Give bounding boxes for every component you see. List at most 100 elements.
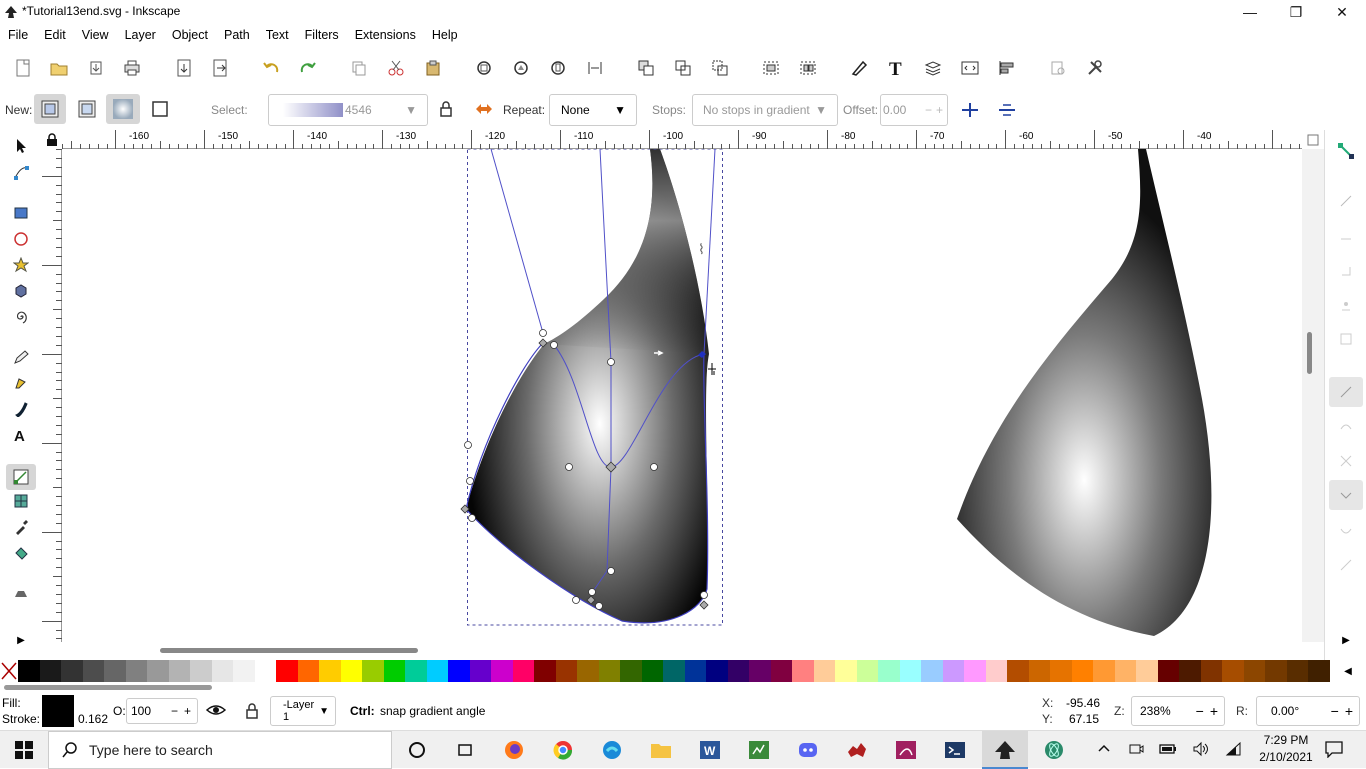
color-swatch[interactable] xyxy=(598,660,620,682)
menu-edit[interactable]: Edit xyxy=(36,24,74,46)
duplicate-icon[interactable] xyxy=(635,58,657,78)
snap-nodes-icon[interactable] xyxy=(1329,377,1363,407)
layer-dropdown[interactable]: -Layer 1 ▼ xyxy=(270,696,336,726)
increment-icon[interactable]: + xyxy=(1210,703,1218,719)
gradient-tool-icon[interactable] xyxy=(6,464,36,490)
color-swatch[interactable] xyxy=(1179,660,1201,682)
redo-icon[interactable] xyxy=(297,58,319,78)
snap-smooth-nodes-icon[interactable] xyxy=(1333,520,1359,542)
color-swatch[interactable] xyxy=(125,660,147,682)
rectangle-tool-icon[interactable] xyxy=(8,202,34,224)
color-swatch[interactable] xyxy=(383,660,405,682)
decrement-icon[interactable]: − xyxy=(1331,703,1339,719)
color-swatch[interactable] xyxy=(233,660,255,682)
fill-stroke-swatch[interactable] xyxy=(42,695,74,727)
color-swatch[interactable] xyxy=(1007,660,1029,682)
gradient-select-dropdown[interactable]: 4546 ▼ xyxy=(268,94,428,126)
atom-icon[interactable] xyxy=(1039,736,1069,764)
stops-dropdown[interactable]: No stops in gradient ▼ xyxy=(692,94,838,126)
color-swatch[interactable] xyxy=(942,660,964,682)
decrement-icon[interactable]: − xyxy=(171,704,178,718)
teardrop-shape-selected[interactable] xyxy=(466,149,709,623)
color-swatch[interactable] xyxy=(899,660,921,682)
color-swatch[interactable] xyxy=(1071,660,1093,682)
minimize-button[interactable]: — xyxy=(1227,0,1273,24)
terminal-icon[interactable] xyxy=(940,736,970,764)
ellipse-tool-icon[interactable] xyxy=(8,228,34,250)
snap-midpoint-icon[interactable] xyxy=(1333,295,1359,317)
snap-toggle-icon[interactable] xyxy=(1333,140,1359,162)
color-swatch[interactable] xyxy=(190,660,212,682)
color-swatch[interactable] xyxy=(426,660,448,682)
menu-file[interactable]: File xyxy=(0,24,36,46)
color-swatch[interactable] xyxy=(1200,660,1222,682)
text-tool-icon[interactable]: A xyxy=(8,424,34,446)
drawing-canvas[interactable]: ⌇ xyxy=(62,149,1302,642)
color-swatch[interactable] xyxy=(878,660,900,682)
scrollbar-thumb[interactable] xyxy=(4,685,212,690)
snap-bbox-corner-icon[interactable] xyxy=(1333,260,1359,282)
color-swatch[interactable] xyxy=(469,660,491,682)
layer-lock-icon[interactable] xyxy=(244,702,260,723)
zoom-drawing-icon[interactable] xyxy=(510,58,532,78)
menu-extensions[interactable]: Extensions xyxy=(347,24,424,46)
fill-target-button[interactable] xyxy=(106,94,140,124)
menu-layer[interactable]: Layer xyxy=(117,24,164,46)
color-swatch[interactable] xyxy=(1050,660,1072,682)
color-swatch[interactable] xyxy=(663,660,685,682)
new-radial-gradient-button[interactable] xyxy=(73,94,101,124)
vertical-scrollbar[interactable] xyxy=(1302,149,1324,642)
star-tool-icon[interactable] xyxy=(8,254,34,276)
file-explorer-icon[interactable] xyxy=(646,736,676,764)
color-swatch[interactable] xyxy=(254,660,276,682)
decrement-icon[interactable]: − xyxy=(925,103,932,117)
color-swatch[interactable] xyxy=(147,660,169,682)
insert-stop-icon[interactable] xyxy=(961,101,979,122)
menu-object[interactable]: Object xyxy=(164,24,216,46)
snap-paths-icon[interactable] xyxy=(1333,416,1359,438)
tweak-tool-icon[interactable] xyxy=(8,582,34,604)
unlink-clone-icon[interactable] xyxy=(709,58,731,78)
color-swatch[interactable] xyxy=(620,660,642,682)
save-icon[interactable] xyxy=(85,58,107,78)
color-swatch[interactable] xyxy=(577,660,599,682)
color-swatch[interactable] xyxy=(297,660,319,682)
color-swatch[interactable] xyxy=(792,660,814,682)
chrome-icon[interactable] xyxy=(548,736,578,764)
color-swatch[interactable] xyxy=(340,660,362,682)
color-swatch[interactable] xyxy=(921,660,943,682)
canvas-lock-icon[interactable] xyxy=(42,130,62,149)
snap-line-midpoints-icon[interactable] xyxy=(1333,554,1359,576)
color-swatch[interactable] xyxy=(491,660,513,682)
increment-icon[interactable]: + xyxy=(1345,703,1353,719)
battery-icon[interactable] xyxy=(1159,741,1177,760)
menu-filters[interactable]: Filters xyxy=(297,24,347,46)
calligraphy-tool-icon[interactable] xyxy=(8,398,34,420)
palette-scrollbar[interactable] xyxy=(0,683,1330,691)
edge-icon[interactable] xyxy=(597,736,627,764)
creature-app-icon[interactable] xyxy=(842,736,872,764)
layers-icon[interactable] xyxy=(922,58,944,78)
offset-spinbox[interactable]: 0.00 − + xyxy=(880,94,948,126)
align-distribute-icon[interactable] xyxy=(996,58,1018,78)
color-swatch[interactable] xyxy=(706,660,728,682)
fill-stroke-icon[interactable] xyxy=(848,58,870,78)
color-swatch[interactable] xyxy=(18,660,40,682)
delete-stop-icon[interactable] xyxy=(998,101,1016,122)
windows-start-icon[interactable] xyxy=(9,736,39,764)
color-swatch[interactable] xyxy=(82,660,104,682)
snap-bbox-icon[interactable] xyxy=(1333,190,1359,212)
color-swatch[interactable] xyxy=(684,660,706,682)
zoom-spinbox[interactable]: 238% − + xyxy=(1131,696,1225,726)
snap-cusp-nodes-icon[interactable] xyxy=(1329,480,1363,510)
scrollbar-thumb[interactable] xyxy=(1307,332,1312,374)
zoom-page-width-icon[interactable] xyxy=(584,58,606,78)
color-swatch[interactable] xyxy=(1136,660,1158,682)
zoom-correction-icon[interactable] xyxy=(1302,130,1324,149)
xml-editor-icon[interactable] xyxy=(959,58,981,78)
color-swatch[interactable] xyxy=(211,660,233,682)
word-icon[interactable]: W xyxy=(695,736,725,764)
color-swatch[interactable] xyxy=(1114,660,1136,682)
reverse-gradient-icon[interactable] xyxy=(474,101,494,120)
cortana-icon[interactable] xyxy=(402,736,432,764)
